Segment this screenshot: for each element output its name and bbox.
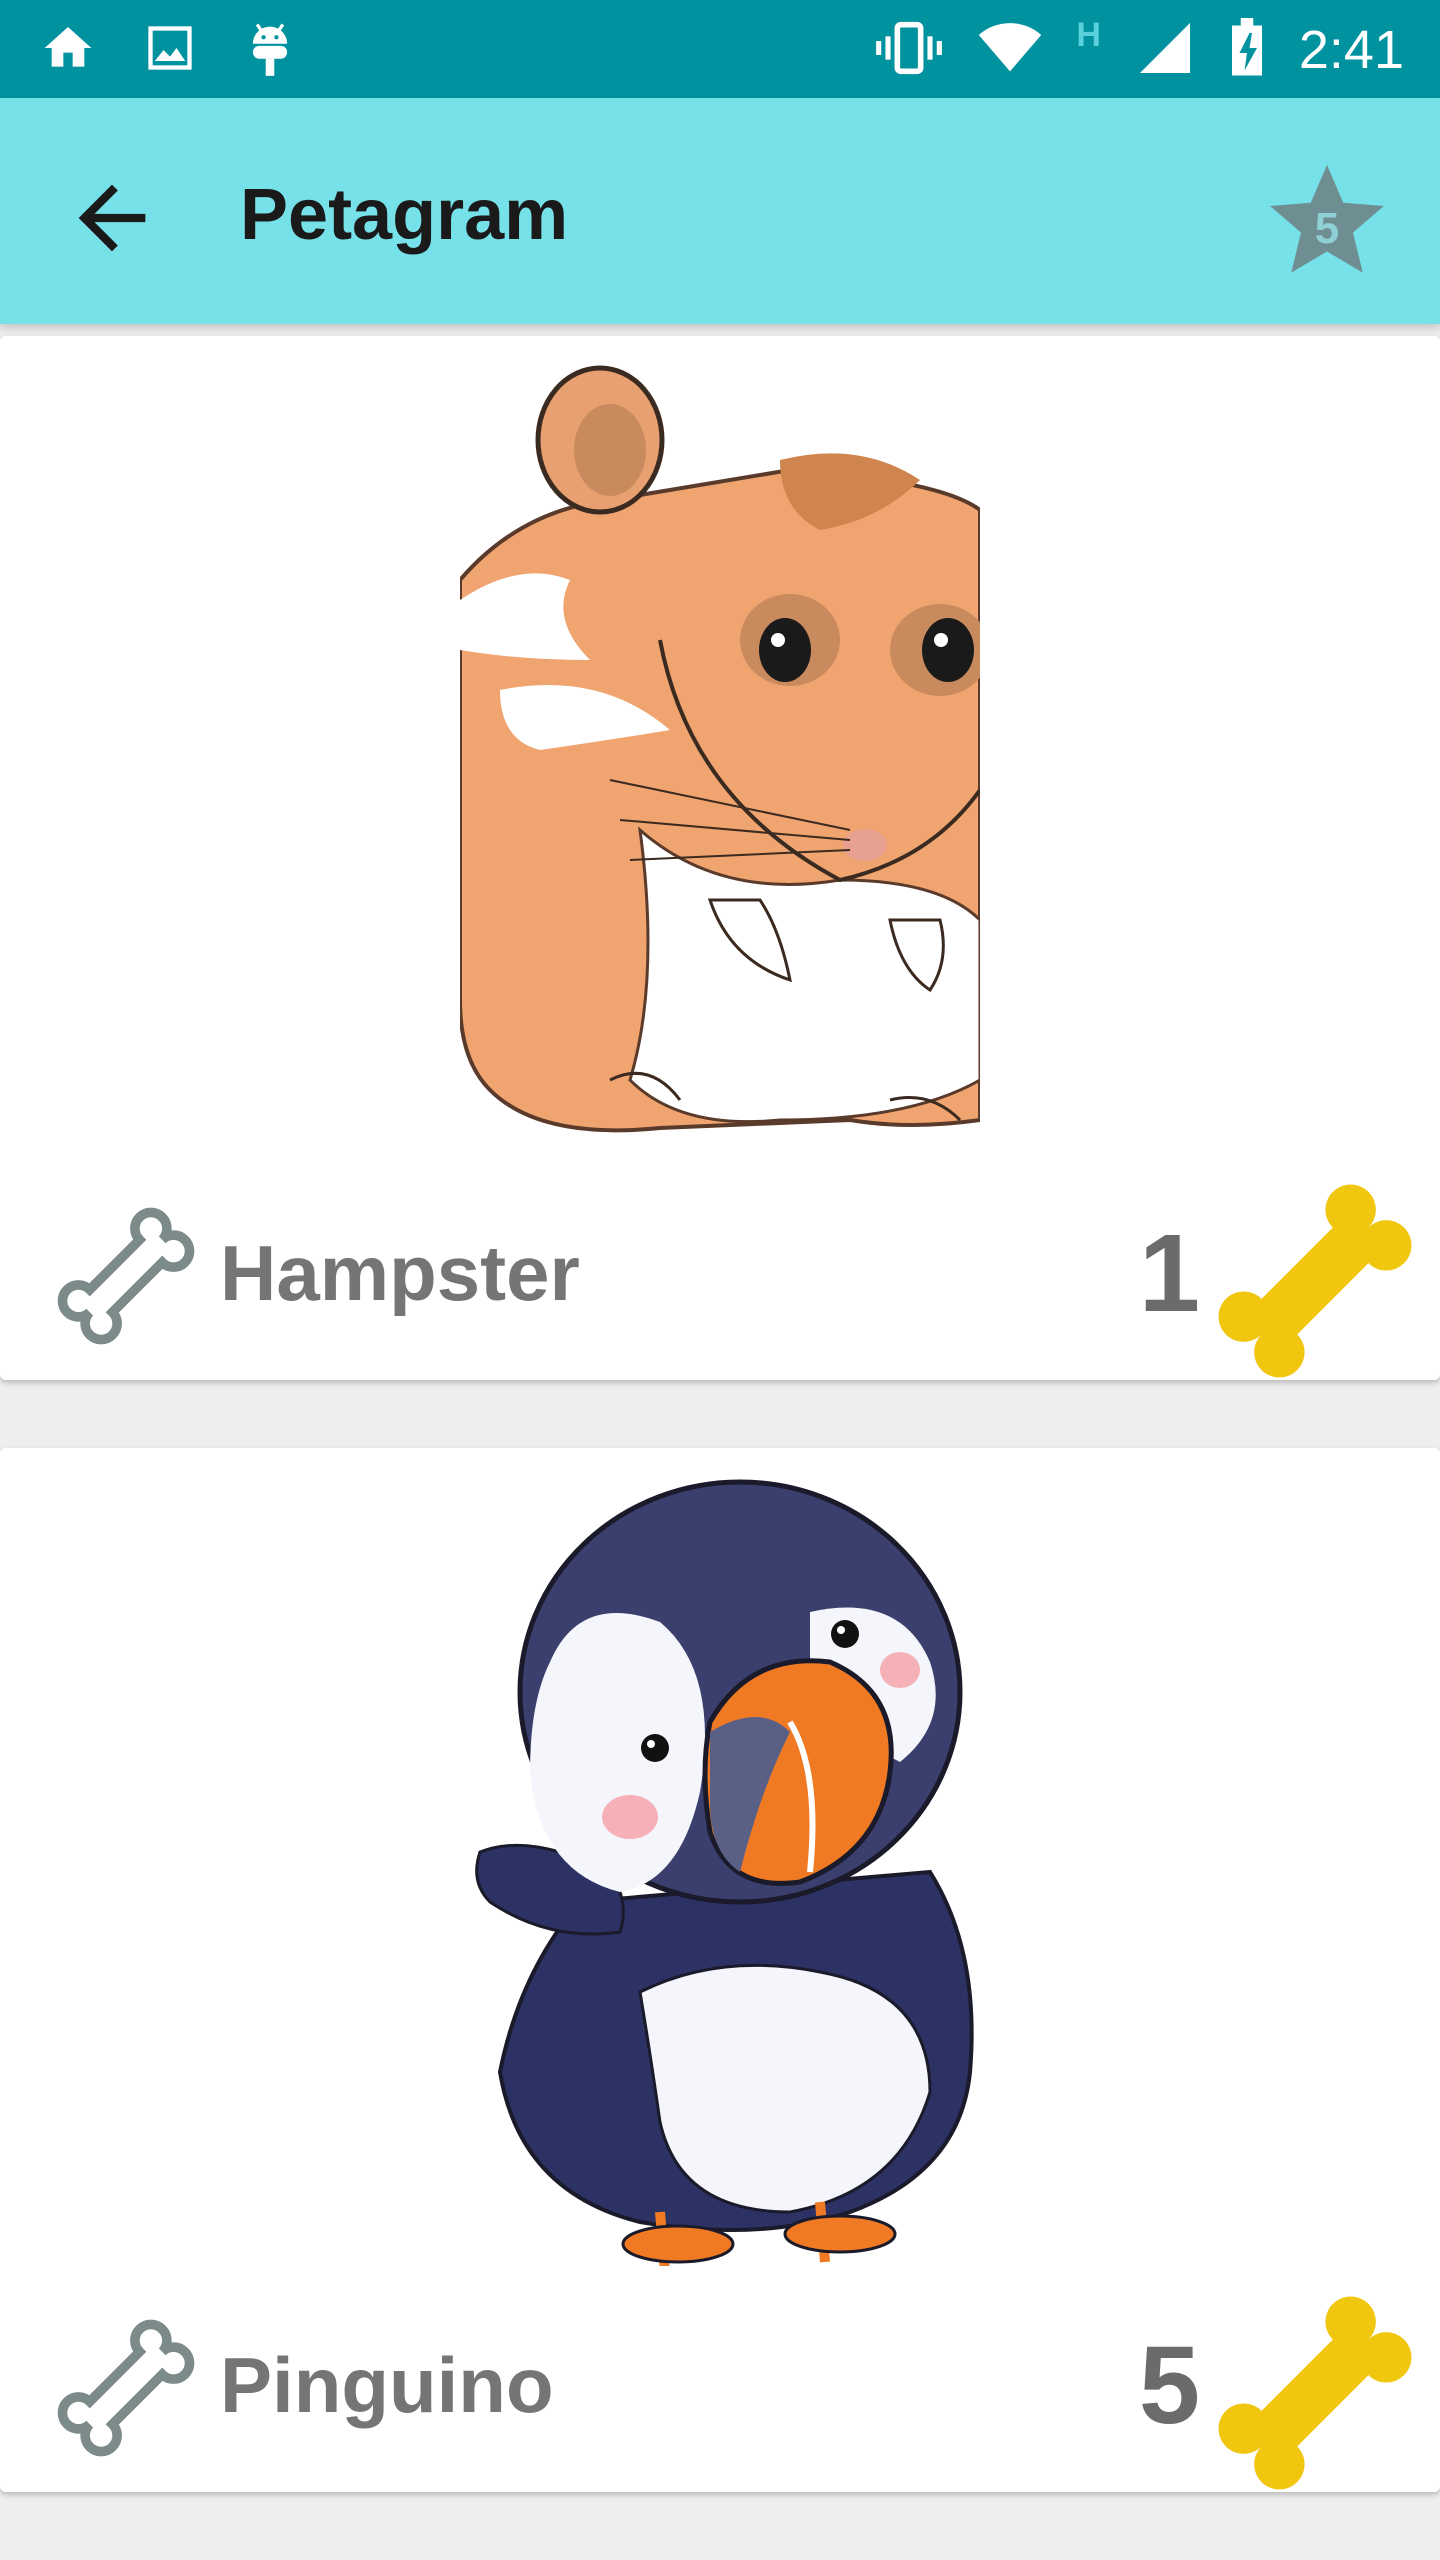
favorites-count: 5 <box>1314 204 1340 253</box>
favorites-button[interactable]: 5 <box>1262 154 1392 284</box>
page-title: Petagram <box>240 175 569 255</box>
hamster-image <box>460 360 980 1154</box>
star-icon <box>1262 164 1392 288</box>
pet-card: Hampster 1 <box>0 336 1440 1380</box>
vibrate-icon <box>874 20 944 81</box>
back-button[interactable] <box>62 168 162 268</box>
home-icon <box>40 20 96 81</box>
pet-name: Pinguino <box>220 2341 554 2429</box>
puffin-image <box>460 1472 980 2266</box>
like-count: 1 <box>1138 1212 1200 1335</box>
network-type-label: H <box>1076 15 1101 54</box>
wifi-icon <box>978 22 1042 79</box>
pet-card-footer: Pinguino 5 <box>0 2268 1440 2490</box>
bone-like-icon[interactable] <box>1210 1176 1420 1386</box>
status-system: H 2:41 <box>874 14 1404 86</box>
pet-card: Pinguino 5 <box>0 1448 1440 2492</box>
bone-like-icon[interactable] <box>1210 2288 1420 2498</box>
arrow-back-icon <box>62 184 162 272</box>
status-notifications <box>40 14 296 86</box>
image-icon <box>144 22 196 79</box>
clock: 2:41 <box>1298 20 1404 80</box>
android-icon <box>244 18 296 83</box>
status-bar: H 2:41 <box>0 0 1440 98</box>
pet-card-footer: Hampster 1 <box>0 1156 1440 1378</box>
bone-outline-icon[interactable] <box>46 1196 206 1356</box>
like-count: 5 <box>1138 2324 1200 2447</box>
app-toolbar: Petagram 5 <box>0 98 1440 324</box>
signal-icon <box>1135 20 1195 81</box>
battery-charging-icon <box>1229 17 1265 83</box>
pet-name: Hampster <box>220 1229 580 1317</box>
bone-outline-icon[interactable] <box>46 2308 206 2468</box>
